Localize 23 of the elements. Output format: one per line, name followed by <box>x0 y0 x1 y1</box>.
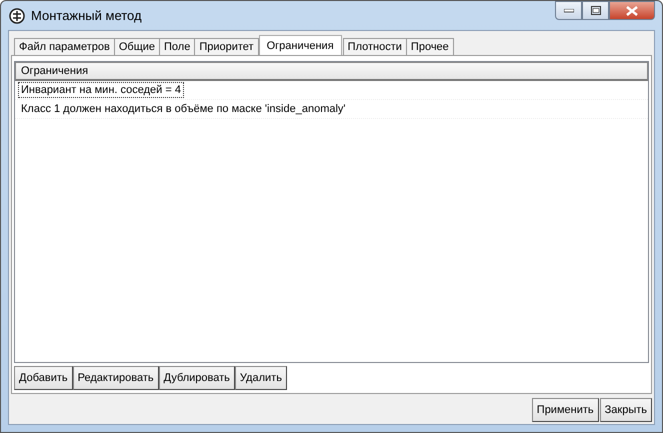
dialog-button[interactable]: Закрыть <box>600 398 652 422</box>
tab[interactable]: Файл параметров <box>14 38 115 55</box>
tab[interactable]: Плотности <box>342 38 407 55</box>
app-icon <box>9 8 25 24</box>
list-action-button[interactable]: Дублировать <box>158 366 235 390</box>
tab[interactable]: Общие <box>114 38 160 55</box>
dialog-button[interactable]: Применить <box>532 398 599 422</box>
list-item[interactable]: Инвариант на мин. соседей = 4 <box>15 81 648 100</box>
list-action-button[interactable]: Редактировать <box>72 366 159 390</box>
maximize-button[interactable] <box>582 1 609 20</box>
list-action-button[interactable]: Добавить <box>14 366 73 390</box>
maximize-icon <box>590 6 600 15</box>
column-header[interactable]: Ограничения <box>15 62 648 81</box>
tab[interactable]: Ограничения <box>258 35 342 55</box>
minimize-button[interactable] <box>555 1 582 20</box>
list-item[interactable]: Класс 1 должен находиться в объёме по маске 'inside_anomaly' <box>15 100 648 119</box>
tab[interactable]: Прочее <box>406 38 454 55</box>
close-button[interactable] <box>609 1 655 20</box>
list-action-button[interactable]: Удалить <box>234 366 287 390</box>
close-icon <box>626 6 638 16</box>
minimize-icon <box>564 8 574 12</box>
tab[interactable]: Приоритет <box>194 38 259 55</box>
window-title: Монтажный метод <box>31 8 142 23</box>
